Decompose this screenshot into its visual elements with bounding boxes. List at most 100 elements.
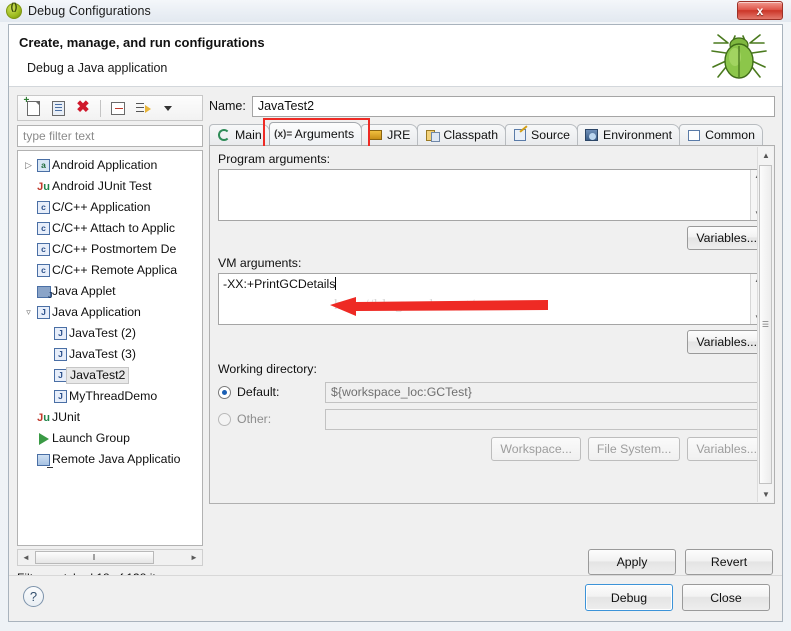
tab-content-scrollbar[interactable]: ▲ ☰ ▼	[757, 147, 773, 502]
scroll-down-arrow-icon[interactable]: ▼	[758, 486, 774, 502]
configuration-editor: Name: JavaTest2 Main (x)= Arguments JRE	[209, 95, 775, 543]
tab-classpath[interactable]: Classpath	[417, 124, 506, 145]
twisty-expanded-icon[interactable]: ▿	[22, 307, 35, 318]
collapse-all-button[interactable]	[107, 98, 129, 119]
junit-icon: Ju	[35, 181, 52, 193]
java-applet-icon	[35, 286, 52, 298]
default-directory-row[interactable]: Default: ${workspace_loc:GCTest}	[218, 380, 766, 404]
java-launch-icon: J	[52, 348, 69, 361]
debug-button[interactable]: Debug	[585, 584, 673, 611]
text-caret	[335, 277, 336, 290]
common-tab-icon	[686, 130, 701, 141]
tab-main[interactable]: Main	[209, 124, 270, 145]
tree-item-label: Launch Group	[52, 431, 130, 446]
tree-item-javatest2[interactable]: J JavaTest2	[18, 365, 202, 386]
working-directory-group: Working directory: Default: ${workspace_…	[218, 362, 766, 461]
tree-item-junit[interactable]: Ju JUnit	[18, 407, 202, 428]
new-launch-configuration-button[interactable]	[22, 98, 44, 119]
other-directory-input[interactable]	[325, 409, 766, 430]
tab-label: Arguments	[295, 127, 354, 141]
main-tab-icon	[216, 129, 231, 141]
tree-item-cpp-remote-application[interactable]: c C/C++ Remote Applica	[18, 260, 202, 281]
tree-item-cpp-application[interactable]: c C/C++ Application	[18, 197, 202, 218]
c-icon: c	[35, 243, 52, 256]
tab-label: Main	[235, 128, 262, 142]
tree-item-java-application[interactable]: ▿ J Java Application	[18, 302, 202, 323]
tab-common[interactable]: Common	[679, 124, 763, 145]
debug-configurations-window: Debug Configurations x Create, manage, a…	[0, 0, 791, 631]
tab-strip: Main (x)= Arguments JRE Classpath Source	[209, 123, 775, 146]
filter-configurations-button[interactable]	[132, 98, 154, 119]
close-window-button[interactable]: x	[737, 1, 783, 20]
tree-item-java-applet[interactable]: Java Applet	[18, 281, 202, 302]
tree-item-android-junit-test[interactable]: Ju Android JUnit Test	[18, 176, 202, 197]
scrollbar-thumb[interactable]: ☰	[759, 165, 772, 484]
tree-item-launch-group[interactable]: Launch Group	[18, 428, 202, 449]
scroll-right-arrow-icon[interactable]: ►	[186, 553, 202, 562]
tree-item-label: C/C++ Postmortem De	[52, 242, 176, 257]
tree-item-label: Remote Java Applicatio	[52, 452, 181, 467]
apply-button[interactable]: Apply	[588, 549, 676, 575]
banner-subtitle: Debug a Java application	[27, 61, 167, 75]
tree-horizontal-scrollbar[interactable]: ◄ ‖ ►	[17, 549, 203, 566]
tree-item-label: Java Application	[52, 305, 141, 320]
tree-item-label: JUnit	[52, 410, 80, 425]
java-launch-icon: J	[52, 327, 69, 340]
program-variables-button[interactable]: Variables...	[687, 226, 766, 250]
filter-arrow-icon	[136, 101, 151, 115]
revert-button[interactable]: Revert	[685, 549, 773, 575]
scroll-left-arrow-icon[interactable]: ◄	[18, 553, 34, 562]
tree-item-label: Android JUnit Test	[52, 179, 152, 194]
vm-arguments-value: -XX:+PrintGCDetails	[223, 277, 335, 291]
tree-item-mythreaddemo[interactable]: J MyThreadDemo	[18, 386, 202, 407]
scrollbar-thumb[interactable]: ‖	[35, 551, 154, 564]
scroll-up-arrow-icon[interactable]: ▲	[758, 147, 774, 163]
program-arguments-label: Program arguments:	[218, 152, 766, 166]
duplicate-document-icon	[52, 101, 65, 116]
tree-item-cpp-attach-to-application[interactable]: c C/C++ Attach to Applic	[18, 218, 202, 239]
close-button[interactable]: Close	[682, 584, 770, 611]
tab-environment[interactable]: Environment	[577, 124, 680, 145]
help-button[interactable]: ?	[23, 586, 44, 607]
configurations-tree[interactable]: ▷ a Android Application Ju Android JUnit…	[17, 150, 203, 546]
apply-revert-row: Apply Revert	[588, 549, 773, 575]
tree-item-remote-java-application[interactable]: Remote Java Applicatio	[18, 449, 202, 470]
tab-jre[interactable]: JRE	[361, 124, 418, 145]
dialog-body: Create, manage, and run configurations D…	[8, 24, 783, 622]
dialog-footer: ? Debug Close	[9, 575, 782, 621]
workspace-button[interactable]: Workspace...	[491, 437, 581, 461]
other-directory-row[interactable]: Other:	[218, 407, 766, 431]
remote-java-icon	[35, 454, 52, 466]
filter-input[interactable]: type filter text	[17, 125, 203, 147]
other-radio-label: Other:	[237, 412, 325, 426]
tab-arguments[interactable]: (x)= Arguments	[269, 122, 362, 145]
duplicate-launch-configuration-button[interactable]	[47, 98, 69, 119]
name-input[interactable]: JavaTest2	[252, 96, 775, 117]
tree-item-android-application[interactable]: ▷ a Android Application	[18, 155, 202, 176]
program-arguments-input[interactable]: ▲ ▼	[218, 169, 766, 221]
tree-item-label: Java Applet	[52, 284, 116, 299]
tree-item-javatest-3[interactable]: J JavaTest (3)	[18, 344, 202, 365]
arguments-tab-panel: Program arguments: ▲ ▼ Variables... VM	[209, 146, 775, 504]
program-arguments-buttons: Variables...	[218, 226, 766, 250]
window-titlebar: Debug Configurations x	[0, 0, 791, 22]
default-directory-value: ${workspace_loc:GCTest}	[325, 382, 766, 403]
tree-item-cpp-postmortem-debugger[interactable]: c C/C++ Postmortem De	[18, 239, 202, 260]
program-arguments-group: Program arguments: ▲ ▼ Variables...	[218, 152, 766, 250]
default-radio[interactable]	[218, 386, 231, 399]
jre-tab-icon	[368, 130, 383, 140]
source-tab-icon	[512, 129, 527, 141]
tab-label: JRE	[387, 128, 410, 142]
tab-source[interactable]: Source	[505, 124, 578, 145]
tree-item-javatest-2[interactable]: J JavaTest (2)	[18, 323, 202, 344]
configurations-sidebar: ✖ type filter text ▷ a	[17, 95, 203, 573]
vm-variables-button[interactable]: Variables...	[687, 330, 766, 354]
other-radio[interactable]	[218, 413, 231, 426]
twisty-collapsed-icon[interactable]: ▷	[22, 160, 35, 171]
file-system-button[interactable]: File System...	[588, 437, 680, 461]
delete-launch-configuration-button[interactable]: ✖	[72, 98, 94, 119]
c-icon: c	[35, 201, 52, 214]
tree-item-label: MyThreadDemo	[69, 389, 157, 404]
variables-button[interactable]: Variables...	[687, 437, 766, 461]
view-menu-button[interactable]	[157, 98, 179, 119]
